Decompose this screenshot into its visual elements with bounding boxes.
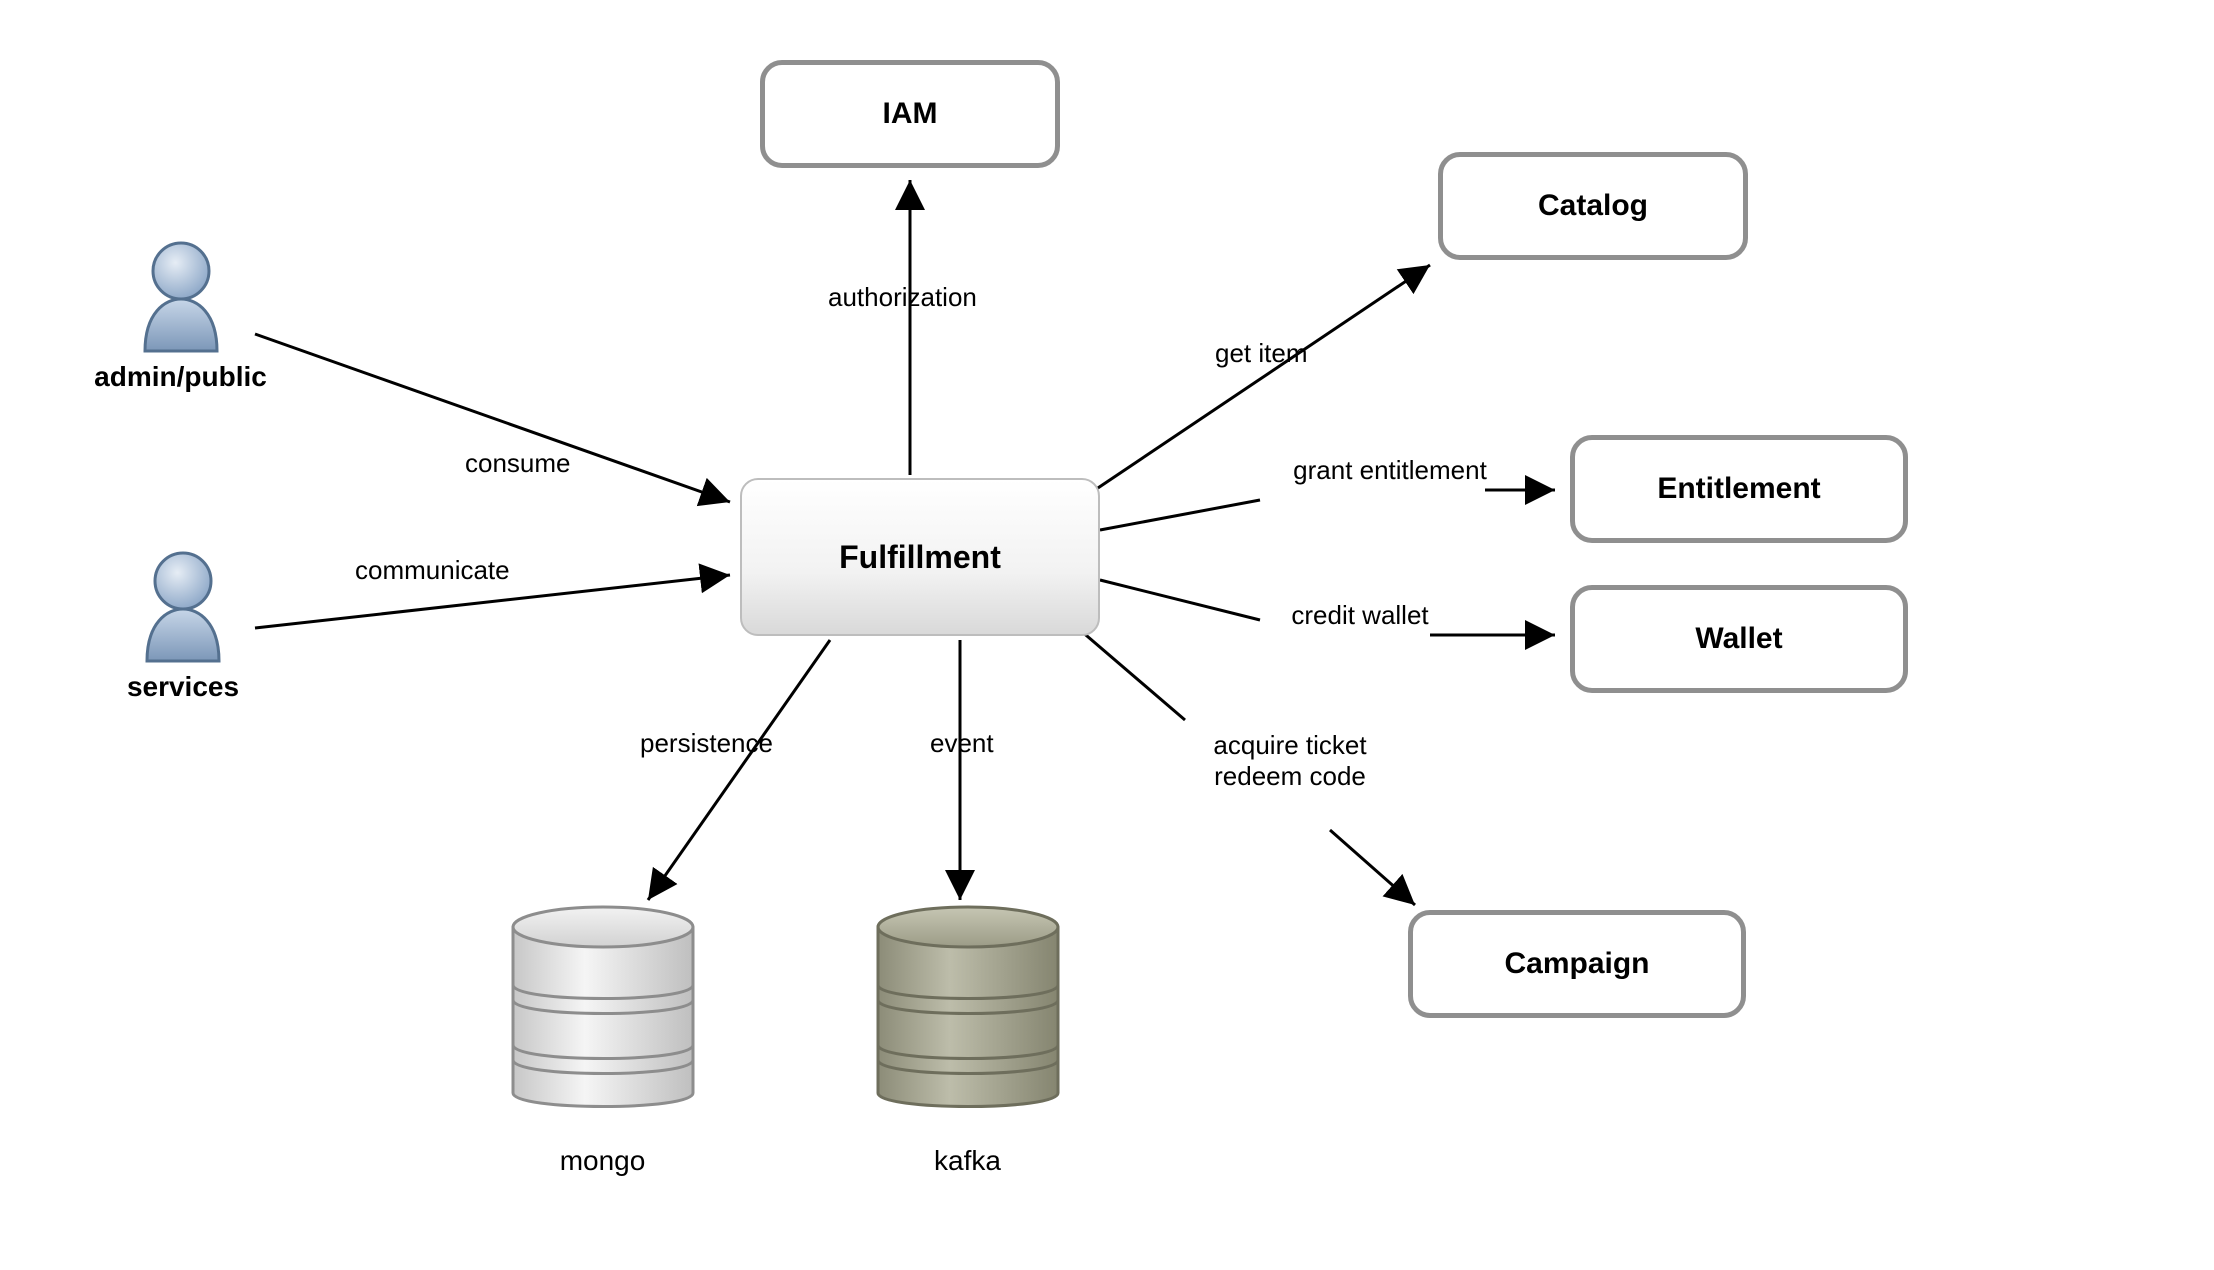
db-mongo-label: mongo — [490, 1145, 715, 1177]
node-campaign-label: Campaign — [1504, 947, 1649, 981]
database-icon — [868, 895, 1068, 1125]
edge-authorization-label: authorization — [828, 282, 977, 313]
actor-services-label: services — [108, 671, 258, 703]
node-fulfillment-label: Fulfillment — [839, 539, 1001, 576]
node-iam-label: IAM — [883, 97, 938, 131]
node-entitlement: Entitlement — [1570, 435, 1908, 543]
node-wallet: Wallet — [1570, 585, 1908, 693]
edge-communicate-label: communicate — [355, 555, 510, 586]
edge-grant-entitlement-label: grant entitlement — [1290, 455, 1490, 486]
edge-credit-wallet-label: credit wallet — [1290, 600, 1430, 631]
person-icon — [137, 545, 229, 663]
db-kafka: kafka — [855, 895, 1080, 1177]
actor-admin-public-label: admin/public — [88, 361, 273, 393]
diagram-canvas: Fulfillment IAM Catalog Entitlement Wall… — [0, 0, 2214, 1270]
database-icon — [503, 895, 703, 1125]
person-icon — [135, 235, 227, 353]
edge-consume-label: consume — [465, 448, 571, 479]
node-catalog-label: Catalog — [1538, 189, 1648, 223]
node-campaign: Campaign — [1408, 910, 1746, 1018]
edge-event-label: event — [930, 728, 994, 759]
node-entitlement-label: Entitlement — [1657, 472, 1820, 506]
db-mongo: mongo — [490, 895, 715, 1177]
edge-get-item-label: get item — [1215, 338, 1308, 369]
edge-acquire-redeem-label: acquire ticket redeem code — [1180, 730, 1400, 792]
node-iam: IAM — [760, 60, 1060, 168]
node-fulfillment: Fulfillment — [740, 478, 1100, 636]
node-wallet-label: Wallet — [1695, 622, 1782, 656]
actor-services: services — [108, 545, 258, 703]
db-kafka-label: kafka — [855, 1145, 1080, 1177]
actor-admin-public: admin/public — [88, 235, 273, 393]
node-catalog: Catalog — [1438, 152, 1748, 260]
edge-persistence-label: persistence — [640, 728, 773, 759]
